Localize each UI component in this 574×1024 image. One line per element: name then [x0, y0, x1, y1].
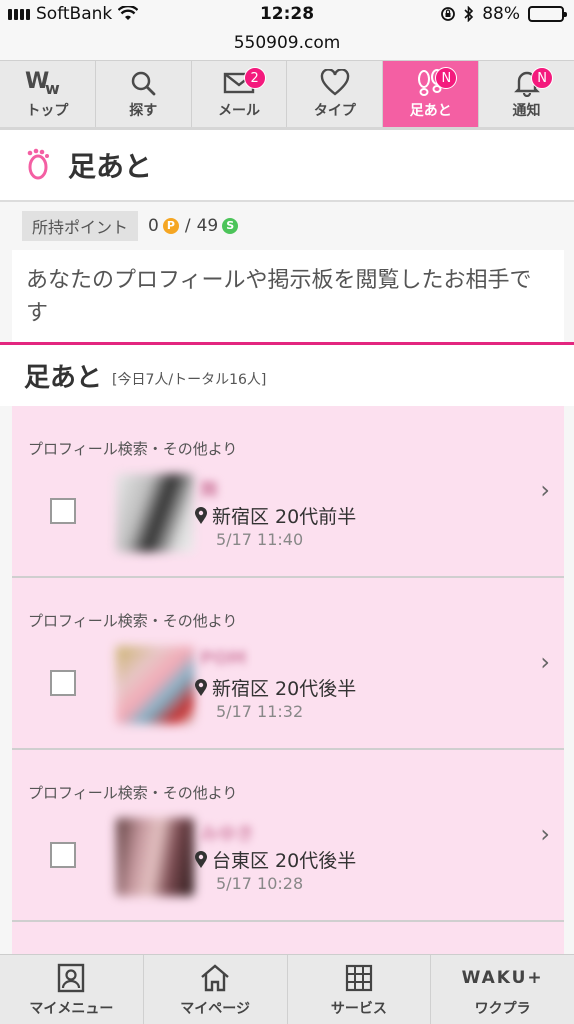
- bluetooth-icon: [464, 6, 474, 22]
- person-card-icon: [56, 962, 86, 994]
- battery-icon: [528, 6, 567, 22]
- visit-datetime: 5/17 11:32: [216, 702, 304, 721]
- tab-services[interactable]: サービス: [288, 955, 432, 1024]
- footprint-icon: [27, 148, 49, 180]
- visitor-location: 新宿区 20代前半: [194, 502, 356, 529]
- points-p-value: 0: [148, 216, 159, 236]
- tab-label: サービス: [330, 1000, 387, 1017]
- location-pin-icon: [195, 850, 207, 868]
- waku-plus-logo-text: WAKU+: [461, 967, 544, 988]
- points-separator: /: [184, 216, 191, 236]
- visitor-area: 台東区 20代後半: [212, 850, 357, 872]
- tab-label: 足あと: [409, 103, 452, 119]
- notification-badge: N: [531, 67, 554, 89]
- visitor-area: 新宿区 20代後半: [212, 678, 357, 700]
- tab-label: トップ: [26, 103, 69, 119]
- tab-label: ワクプラ: [474, 1000, 531, 1017]
- top-nav: Ww トップ 探す メール 2 タイプ 足あと N 通知 N: [0, 60, 574, 130]
- mail-badge: 2: [243, 67, 266, 89]
- points-row: 所持ポイント 0 P / 49 S: [0, 202, 574, 250]
- chevron-right-icon: ›: [540, 476, 550, 504]
- svg-text:w: w: [45, 79, 60, 96]
- section-header: 足あと [今日7人/トータル16人]: [0, 342, 574, 406]
- chevron-right-icon: ›: [540, 648, 550, 676]
- list-item[interactable]: プロフィール検索・その他より POM 新宿区 20代後半 5/17 11:32 …: [12, 578, 564, 750]
- list-item[interactable]: プロフィール検索・その他より 舞 新宿区 20代前半 5/17 11:40 ›: [12, 406, 564, 578]
- select-checkbox[interactable]: [50, 842, 76, 868]
- visit-source: プロフィール検索・その他より: [28, 784, 238, 802]
- bottom-nav: マイメニュー マイページ サービス WAKU+ ワクプラ: [0, 954, 574, 1024]
- visitor-name: POM: [200, 648, 247, 669]
- visit-datetime: 5/17 11:40: [216, 530, 304, 549]
- visit-source: プロフィール検索・その他より: [28, 612, 238, 630]
- select-checkbox[interactable]: [50, 670, 76, 696]
- tab-notifications[interactable]: 通知 N: [479, 61, 574, 127]
- home-icon: [199, 962, 231, 994]
- avatar: [116, 474, 194, 552]
- tab-type[interactable]: タイプ: [287, 61, 384, 127]
- location-pin-icon: [195, 678, 207, 696]
- location-pin-icon: [195, 506, 207, 524]
- tab-label: メール: [218, 103, 261, 119]
- page-description: あなたのプロフィールや掲示板を閲覧したお相手です: [12, 250, 564, 342]
- tab-wakupura[interactable]: WAKU+ ワクプラ: [431, 955, 574, 1024]
- search-icon: [129, 68, 157, 98]
- s-coin-icon: S: [222, 218, 239, 234]
- battery-percent: 88%: [482, 4, 520, 24]
- visitor-list: プロフィール検索・その他より 舞 新宿区 20代前半 5/17 11:40 › …: [0, 406, 574, 962]
- waku-plus-icon: WAKU+: [462, 962, 544, 994]
- avatar: [116, 818, 194, 896]
- page-title: 足あと: [68, 150, 153, 183]
- status-bar: SoftBank 12:28 88%: [0, 0, 574, 32]
- page-header: 足あと: [0, 130, 574, 202]
- page: SoftBank 12:28 88% 550909.com Ww トップ 探す: [0, 0, 574, 1024]
- points-s-value: 49: [196, 216, 219, 236]
- visit-source: プロフィール検索・その他より: [28, 440, 238, 458]
- visitor-location: 新宿区 20代後半: [194, 674, 356, 701]
- tab-search[interactable]: 探す: [96, 61, 192, 127]
- section-subtitle: [今日7人/トータル16人]: [112, 371, 267, 388]
- select-checkbox[interactable]: [50, 498, 76, 524]
- tab-label: 通知: [512, 103, 541, 119]
- tab-mail[interactable]: メール 2: [192, 61, 288, 127]
- rotation-lock-icon: [441, 7, 456, 21]
- points-label: 所持ポイント: [22, 211, 139, 241]
- tab-footprints[interactable]: 足あと N: [383, 61, 480, 127]
- tab-label: 探す: [129, 103, 158, 119]
- tab-my-page[interactable]: マイページ: [144, 955, 288, 1024]
- tab-label: マイページ: [180, 1000, 250, 1017]
- status-right: 88%: [440, 4, 567, 24]
- footprint-badge: N: [435, 67, 458, 89]
- section-title: 足あと: [24, 363, 103, 393]
- visitor-location: 台東区 20代後半: [194, 846, 356, 873]
- visit-datetime: 5/17 10:28: [216, 874, 304, 893]
- chevron-right-icon: ›: [540, 820, 550, 848]
- visitor-area: 新宿区 20代前半: [212, 506, 357, 528]
- avatar: [116, 646, 194, 724]
- p-coin-icon: P: [162, 218, 179, 234]
- tab-label: タイプ: [313, 103, 356, 119]
- tab-top[interactable]: Ww トップ: [0, 61, 96, 127]
- visitor-name: 舞: [200, 480, 218, 501]
- heart-icon: [320, 68, 350, 98]
- tab-my-menu[interactable]: マイメニュー: [0, 955, 144, 1024]
- ww-logo-icon: Ww: [25, 68, 69, 98]
- grid-icon: [344, 962, 374, 994]
- visitor-name: みゆき: [200, 824, 254, 845]
- tab-label: マイメニュー: [29, 1000, 114, 1017]
- url-bar[interactable]: 550909.com: [0, 32, 574, 60]
- list-item[interactable]: プロフィール検索・その他より みゆき 台東区 20代後半 5/17 10:28 …: [12, 750, 564, 922]
